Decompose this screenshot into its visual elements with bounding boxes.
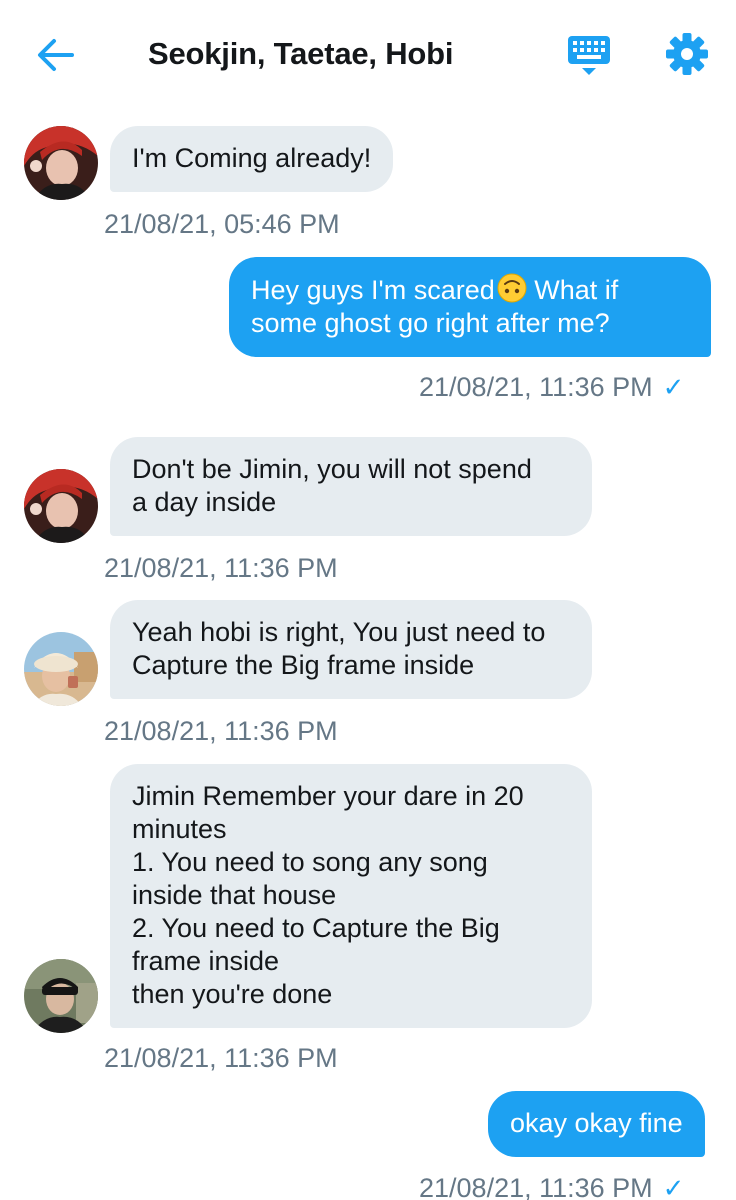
message-bubble-5[interactable]: Jimin Remember your dare in 20 minutes 1…	[110, 764, 592, 1028]
message-timestamp-6: 21/08/21, 11:36 PM ✓	[419, 1173, 684, 1200]
timestamp-text: 21/08/21, 11:36 PM	[419, 372, 653, 402]
keyboard-icon	[568, 36, 610, 75]
conversation-header: Seokjin, Taetae, Hobi	[0, 0, 736, 108]
avatar-red-hair[interactable]	[24, 126, 98, 200]
message-bubble-6[interactable]: okay okay fine	[488, 1091, 705, 1157]
avatar-red-hair[interactable]	[24, 469, 98, 543]
message-bubble-2[interactable]: Hey guys I'm scared What if some ghost g…	[229, 257, 711, 357]
avatar-black-cap[interactable]	[24, 959, 98, 1033]
message-bubble-1[interactable]: I'm Coming already!	[110, 126, 394, 192]
message-timestamp-3: 21/08/21, 11:36 PM	[104, 553, 338, 583]
message-timestamp-5: 21/08/21, 11:36 PM	[104, 1043, 338, 1073]
keyboard-button[interactable]	[566, 32, 612, 78]
arrow-left-icon	[38, 39, 74, 71]
conversation-title: Seokjin, Taetae, Hobi	[148, 36, 454, 71]
avatar-bucket-hat[interactable]	[24, 632, 98, 706]
read-check-icon: ✓	[662, 1173, 685, 1200]
message-bubble-3[interactable]: Don't be Jimin, you will not spend a day…	[110, 437, 592, 536]
upside-down-face-emoji	[497, 273, 527, 303]
message-text-part: Hey guys I'm scared	[251, 275, 495, 305]
gear-icon	[666, 33, 708, 75]
message-timestamp-1: 21/08/21, 05:46 PM	[104, 209, 340, 239]
message-timestamp-2: 21/08/21, 11:36 PM ✓	[419, 372, 684, 403]
timestamp-text: 21/08/21, 11:36 PM	[419, 1173, 653, 1200]
message-timestamp-4: 21/08/21, 11:36 PM	[104, 716, 338, 746]
back-button[interactable]	[34, 33, 78, 77]
settings-button[interactable]	[664, 31, 710, 77]
message-bubble-4[interactable]: Yeah hobi is right, You just need to Cap…	[110, 600, 592, 699]
dm-conversation-screen: Seokjin, Taetae, Hobi I'm Coming already…	[0, 0, 736, 1200]
read-check-icon: ✓	[662, 372, 685, 402]
